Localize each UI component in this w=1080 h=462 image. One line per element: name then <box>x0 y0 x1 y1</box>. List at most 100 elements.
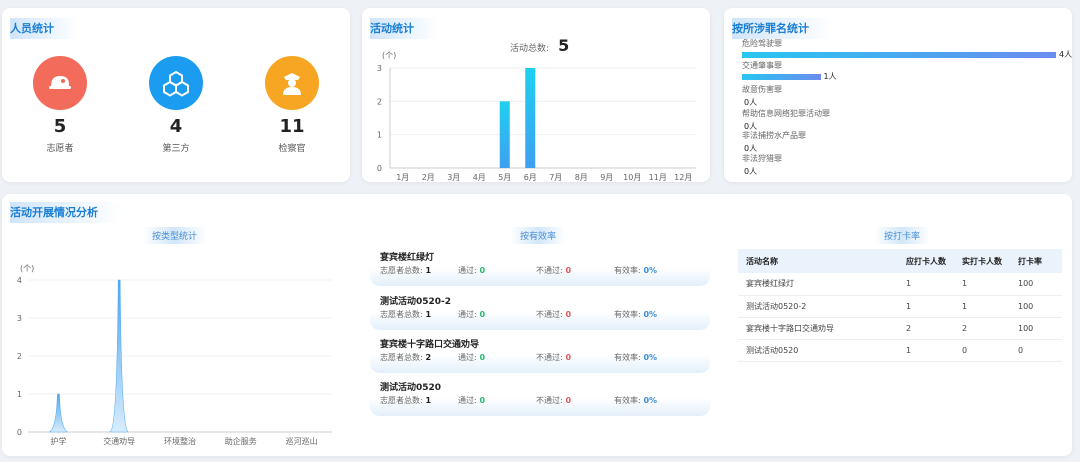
stat-volunteers: 5 志愿者 <box>10 56 110 154</box>
x-tick-label: 3月 <box>447 173 460 182</box>
cell: 100 <box>1010 295 1062 318</box>
table-row: 宴宾楼红绿灯 1 1 100 <box>738 273 1062 296</box>
cell: 0 <box>954 339 1010 362</box>
effect-volunteers-value: 1 <box>422 396 432 405</box>
effect-item-name: 宴宾楼红绿灯 <box>380 253 435 263</box>
x-tick-label: 环境整治 <box>164 436 196 446</box>
by-type-title: 按类型统计 <box>142 227 208 244</box>
y-tick-label: 2 <box>377 97 382 106</box>
crime-bar-track: 1人 <box>742 72 1080 81</box>
analysis-title: 活动开展情况分析 <box>10 202 122 223</box>
effect-item: 测试活动0520 志愿者总数: 1 通过: 0 不通过: 0 有效率: 0% <box>370 376 710 416</box>
table-row: 宴宾楼十字路口交通劝导 2 2 100 <box>738 317 1062 340</box>
x-tick-label: 10月 <box>623 173 641 182</box>
effect-rate: 有效率: 0% <box>614 265 657 276</box>
effect-pass: 通过: 0 <box>458 352 485 363</box>
x-tick-label: 6月 <box>524 173 537 182</box>
effect-fail: 不通过: 0 <box>536 265 571 276</box>
stat-prosecutors: 11 检察官 <box>242 56 342 154</box>
cubes-icon <box>149 56 203 110</box>
col-activity-name: 活动名称 <box>738 249 898 273</box>
effect-fail: 不通过: 0 <box>536 395 571 406</box>
effect-rate-label: 有效率: <box>614 396 641 405</box>
cell: 测试活动0520-2 <box>738 295 898 318</box>
checkin-rate-table: 活动名称 应打卡人数 实打卡人数 打卡率 宴宾楼红绿灯 1 1 100 测试活动052… <box>738 249 1062 362</box>
effect-fail-label: 不通过: <box>536 396 563 405</box>
crime-bar <box>742 74 821 80</box>
effect-fail-value: 0 <box>562 310 572 319</box>
cell: 1 <box>898 295 954 318</box>
stat-label: 志愿者 <box>46 144 74 154</box>
crime-card: 按所涉罪名统计 危险驾驶罪 4人 交通肇事罪 1人 故意伤害罪 0人 帮助信息网络犯罪活动罪… <box>724 8 1072 182</box>
personnel-title: 人员统计 <box>10 18 78 39</box>
y-tick-label: 3 <box>377 64 382 73</box>
cell: 1 <box>898 339 954 362</box>
cell: 测试活动0520 <box>738 339 898 362</box>
effect-rate: 有效率: 0% <box>614 395 657 406</box>
effect-fail-label: 不通过: <box>536 353 563 362</box>
effect-volunteers-value: 2 <box>422 353 432 362</box>
effect-volunteers-value: 1 <box>422 310 432 319</box>
cell: 宴宾楼十字路口交通劝导 <box>738 317 898 340</box>
by-checkin-title: 按打卡率 <box>874 227 931 244</box>
crime-value: 1人 <box>823 72 837 81</box>
x-tick-label: 巡河巡山 <box>286 436 318 446</box>
cell: 2 <box>954 317 1010 340</box>
stat-value: 4 <box>169 116 183 137</box>
cell: 100 <box>1010 273 1062 296</box>
x-tick-label: 4月 <box>473 173 486 182</box>
x-tick-label: 护学 <box>50 436 66 446</box>
bar-6月 <box>525 68 536 168</box>
type-area-chart: (个) 0 1 2 3 4 护学 交通劝导 环境整治 助企服务 巡河巡山 <box>17 264 332 446</box>
effect-volunteers: 志愿者总数: 2 <box>380 352 431 363</box>
x-tick-label: 8月 <box>575 173 588 182</box>
effect-fail-label: 不通过: <box>536 266 563 275</box>
analysis-card: 活动开展情况分析 按类型统计 (个) 0 1 2 3 4 护学 交通劝导 环境整治 助企服务 巡河巡… <box>2 194 1072 456</box>
effect-fail-value: 0 <box>562 396 572 405</box>
effect-pass-value: 0 <box>476 266 486 275</box>
effect-fail: 不通过: 0 <box>536 352 571 363</box>
effect-pass: 通过: 0 <box>458 265 485 276</box>
effect-item-name: 测试活动0520-2 <box>380 297 452 307</box>
x-tick-label: 5月 <box>498 173 511 182</box>
effect-rate-value: 0% <box>640 353 658 362</box>
crime-label: 非法狩猎罪 <box>742 154 782 163</box>
effect-item: 宴宾楼红绿灯 志愿者总数: 1 通过: 0 不通过: 0 有效率: 0% <box>370 246 710 286</box>
y-tick-label: 1 <box>17 390 22 399</box>
effect-rate-label: 有效率: <box>614 353 641 362</box>
effect-rate-value: 0% <box>640 396 658 405</box>
stat-value: 11 <box>279 116 305 137</box>
effect-rate: 有效率: 0% <box>614 309 657 320</box>
effect-pass: 通过: 0 <box>458 309 485 320</box>
effect-volunteers: 志愿者总数: 1 <box>380 309 431 320</box>
effect-pass-label: 通过: <box>458 396 477 405</box>
effect-fail-label: 不通过: <box>536 310 563 319</box>
effect-volunteers-label: 志愿者总数: <box>380 353 423 362</box>
effect-item-name: 测试活动0520 <box>380 383 442 393</box>
bar-5月 <box>499 101 510 168</box>
crime-label: 帮助信息网络犯罪活动罪 <box>742 109 830 118</box>
y-tick-label: 3 <box>17 314 22 323</box>
activity-bar-chart: (个) 0 1 2 3 1月 2月 3月 4月 5月 6月 7月 8月 9月 10月 11月 12月 <box>377 51 696 182</box>
effect-volunteers-label: 志愿者总数: <box>380 266 423 275</box>
effect-volunteers-label: 志愿者总数: <box>380 396 423 405</box>
effect-fail: 不通过: 0 <box>536 309 571 320</box>
crime-value: 0人 <box>744 98 758 107</box>
x-tick-label: 7月 <box>549 173 562 182</box>
y-tick-label: 4 <box>17 276 22 285</box>
effect-fail-value: 0 <box>562 266 572 275</box>
crime-label: 危险驾驶罪 <box>742 39 782 48</box>
crime-title: 按所涉罪名统计 <box>732 18 833 39</box>
effect-pass: 通过: 0 <box>458 395 485 406</box>
y-tick-label: 0 <box>377 164 382 173</box>
cell: 1 <box>954 273 1010 296</box>
x-tick-label: 交通劝导 <box>103 436 135 446</box>
effect-rate-value: 0% <box>640 310 658 319</box>
cell: 100 <box>1010 317 1062 340</box>
crime-row: 危险驾驶罪 4人 <box>742 38 1080 59</box>
x-tick-label: 助企服务 <box>225 436 257 446</box>
table-header-row: 活动名称 应打卡人数 实打卡人数 打卡率 <box>738 249 1062 273</box>
stat-label: 检察官 <box>278 144 306 154</box>
x-tick-label: 1月 <box>396 173 409 182</box>
cell: 0 <box>1010 339 1062 362</box>
